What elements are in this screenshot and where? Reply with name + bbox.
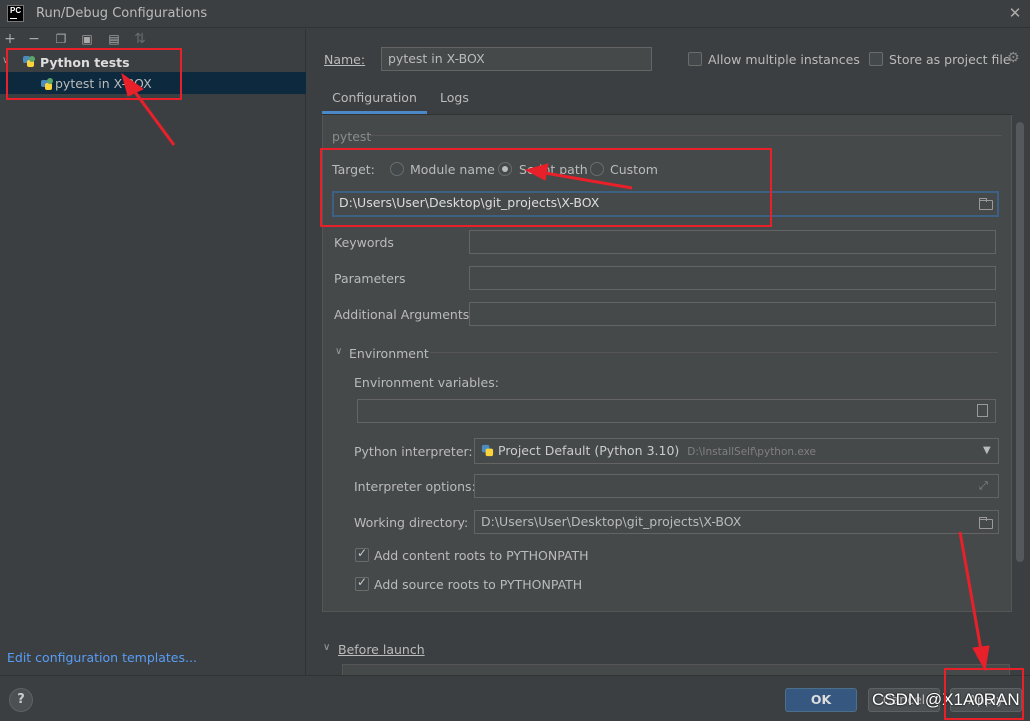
- help-button[interactable]: ?: [9, 688, 33, 712]
- env-vars-label: Environment variables:: [354, 375, 499, 390]
- close-icon[interactable]: ✕: [1004, 2, 1026, 24]
- edit-templates-link[interactable]: Edit configuration templates...: [7, 650, 197, 665]
- store-as-file-checkbox[interactable]: [869, 52, 883, 66]
- configurations-sidebar: [0, 29, 306, 675]
- annotation-box-apply: [944, 668, 1024, 720]
- interp-options-input[interactable]: [474, 474, 999, 498]
- document-icon[interactable]: [977, 404, 988, 417]
- parameters-input[interactable]: [469, 266, 996, 290]
- interpreter-path: D:\InstallSelf\python.exe: [687, 446, 817, 458]
- section-divider: [370, 135, 1002, 136]
- copy-icon[interactable]: ❐: [53, 31, 69, 47]
- parameters-label: Parameters: [334, 271, 406, 286]
- annotation-box-tree: [6, 48, 182, 100]
- working-dir-input[interactable]: D:\Users\User\Desktop\git_projects\X-BOX: [474, 510, 999, 534]
- source-roots-checkbox[interactable]: [355, 575, 369, 591]
- ok-button[interactable]: OK: [785, 688, 857, 712]
- keywords-input[interactable]: [469, 230, 996, 254]
- keywords-label: Keywords: [334, 235, 394, 250]
- annotation-box-target: [320, 148, 772, 227]
- allow-multiple-checkbox[interactable]: [688, 52, 702, 66]
- chevron-down-icon[interactable]: ∨: [335, 346, 342, 357]
- interpreter-value: Project Default (Python 3.10): [498, 443, 680, 458]
- section-pytest-label: pytest: [332, 129, 372, 144]
- working-dir-label: Working directory:: [354, 515, 469, 530]
- scrollbar[interactable]: [1016, 122, 1024, 562]
- source-roots-label: Add source roots to PYTHONPATH: [374, 577, 583, 592]
- before-launch-label: Before launch: [338, 642, 425, 657]
- environment-label: Environment: [349, 346, 429, 361]
- chevron-down-icon[interactable]: ∨: [323, 642, 330, 653]
- additional-args-label: Additional Arguments: [334, 307, 470, 322]
- dropdown-arrow-icon[interactable]: ▼: [983, 445, 991, 456]
- environment-divider: [430, 352, 998, 353]
- folder-icon[interactable]: [979, 517, 993, 529]
- name-input[interactable]: pytest in X-BOX: [381, 47, 652, 71]
- interpreter-select[interactable]: Project Default (Python 3.10) D:\Install…: [474, 438, 999, 464]
- python-icon: [481, 444, 494, 457]
- interpreter-label: Python interpreter:: [354, 444, 473, 459]
- content-roots-checkbox[interactable]: [355, 546, 369, 562]
- content-roots-label: Add content roots to PYTHONPATH: [374, 548, 589, 563]
- env-vars-input[interactable]: [357, 399, 996, 423]
- folder-icon[interactable]: [979, 198, 993, 210]
- window-title: Run/Debug Configurations: [36, 6, 208, 21]
- interp-options-label: Interpreter options:: [354, 479, 476, 494]
- sort-icon[interactable]: ⇅: [132, 31, 148, 47]
- pycharm-logo-icon: PC: [7, 5, 24, 22]
- gear-icon[interactable]: ⚙: [1007, 50, 1020, 66]
- tab-configuration[interactable]: Configuration: [322, 82, 427, 114]
- save-icon[interactable]: ▣: [79, 31, 95, 47]
- before-launch-panel: [342, 664, 1010, 675]
- tab-logs[interactable]: Logs: [440, 82, 469, 114]
- name-label: Name:: [324, 52, 366, 67]
- additional-args-input[interactable]: [469, 302, 996, 326]
- add-icon[interactable]: +: [2, 31, 18, 47]
- allow-multiple-label: Allow multiple instances: [708, 52, 860, 67]
- remove-icon[interactable]: −: [26, 31, 42, 47]
- folder-add-icon[interactable]: ▤: [106, 31, 122, 47]
- store-as-file-label: Store as project file: [889, 52, 1011, 67]
- expand-icon[interactable]: ⤢: [979, 479, 988, 493]
